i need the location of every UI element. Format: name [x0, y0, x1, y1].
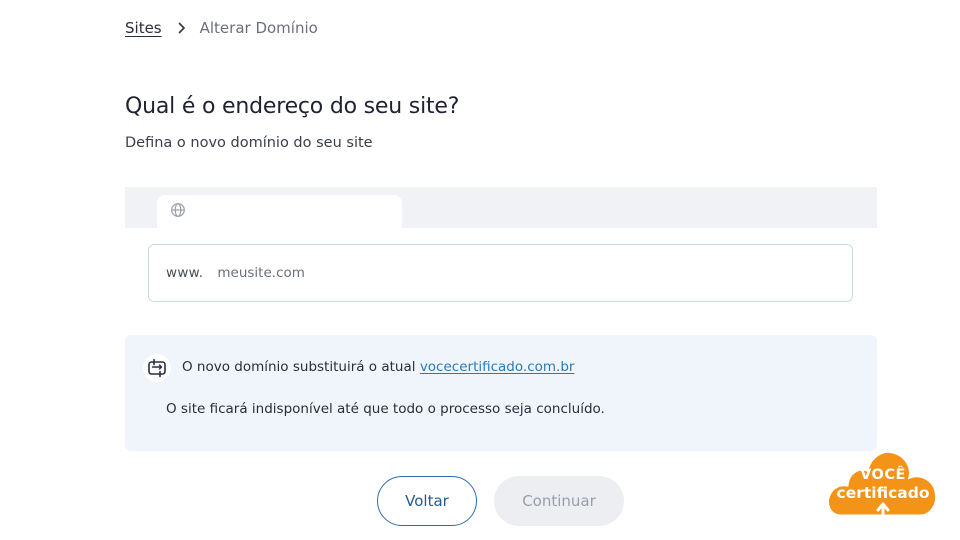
page: Sites Alterar Domínio Qual é o endereço …	[0, 0, 960, 540]
tab-domain[interactable]	[157, 195, 402, 228]
badge-line2: certificado	[836, 484, 930, 502]
breadcrumb: Sites Alterar Domínio	[125, 19, 318, 37]
tab-strip	[125, 187, 877, 228]
continue-button[interactable]: Continuar	[494, 476, 624, 526]
globe-icon	[170, 202, 186, 222]
domain-input[interactable]	[217, 265, 778, 281]
notice-text-prefix: O novo domínio substituirá o atual	[182, 359, 420, 375]
current-domain-link[interactable]: vocecertificado.com.br	[420, 359, 575, 375]
breadcrumb-link-sites[interactable]: Sites	[125, 19, 162, 37]
back-button[interactable]: Voltar	[377, 476, 477, 526]
domain-change-notice: O novo domínio substituirá o atual vocec…	[125, 335, 877, 451]
voce-certificado-badge[interactable]: VOCÊ certificado	[824, 446, 942, 524]
notice-warning-text: O site ficará indisponível até que todo …	[166, 401, 605, 417]
upload-arrow-icon	[876, 502, 890, 517]
swap-icon	[143, 354, 171, 382]
page-subtitle: Defina o novo domínio do seu site	[125, 135, 373, 151]
badge-line1: VOCÊ	[860, 467, 906, 483]
page-title: Qual é o endereço do seu site?	[125, 94, 460, 119]
www-prefix: www.	[166, 265, 204, 281]
breadcrumb-current: Alterar Domínio	[199, 19, 318, 37]
domain-field: www.	[148, 244, 853, 302]
notice-replace-text: O novo domínio substituirá o atual vocec…	[182, 359, 574, 375]
chevron-right-icon	[178, 22, 186, 34]
